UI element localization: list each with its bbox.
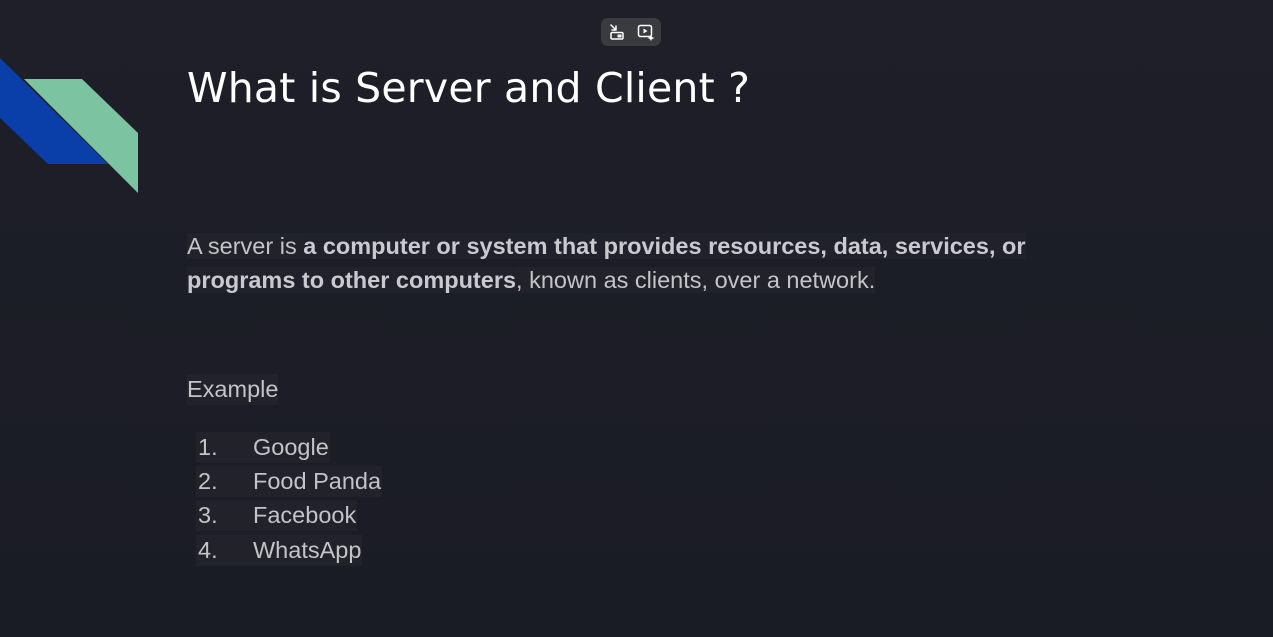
presentation-toolbar <box>601 18 661 46</box>
play-sparkle-icon <box>637 24 654 41</box>
list-item: 1. Google <box>196 430 382 464</box>
example-list: 1. Google 2. Food Panda 3. Facebook 4. Whats… <box>196 430 383 567</box>
list-item: 3. Facebook <box>196 499 382 533</box>
play-sparkle-button[interactable] <box>636 22 656 42</box>
list-number: 3. <box>196 500 252 532</box>
slide-title: What is Server and Client ? <box>187 64 751 112</box>
list-number: 4. <box>196 534 252 566</box>
example-heading: Example <box>187 374 279 405</box>
list-text: WhatsApp <box>252 534 363 566</box>
list-item: 2. Food Panda <box>196 464 383 498</box>
exit-fullscreen-button[interactable] <box>607 22 627 42</box>
server-definition: A server is a computer or system that pr… <box>187 229 1137 297</box>
slide: What is Server and Client ? A server is … <box>0 0 1273 637</box>
list-item: 4. WhatsApp <box>196 533 382 567</box>
definition-suffix: , known as clients, over a network. <box>516 267 876 293</box>
list-number: 2. <box>196 465 252 497</box>
exit-fullscreen-icon <box>609 24 624 40</box>
definition-prefix: A server is <box>187 233 304 259</box>
list-text: Food Panda <box>252 465 383 497</box>
list-text: Google <box>252 431 330 463</box>
decorative-stripes <box>0 58 138 193</box>
list-number: 1. <box>196 431 252 463</box>
list-text: Facebook <box>252 500 358 532</box>
